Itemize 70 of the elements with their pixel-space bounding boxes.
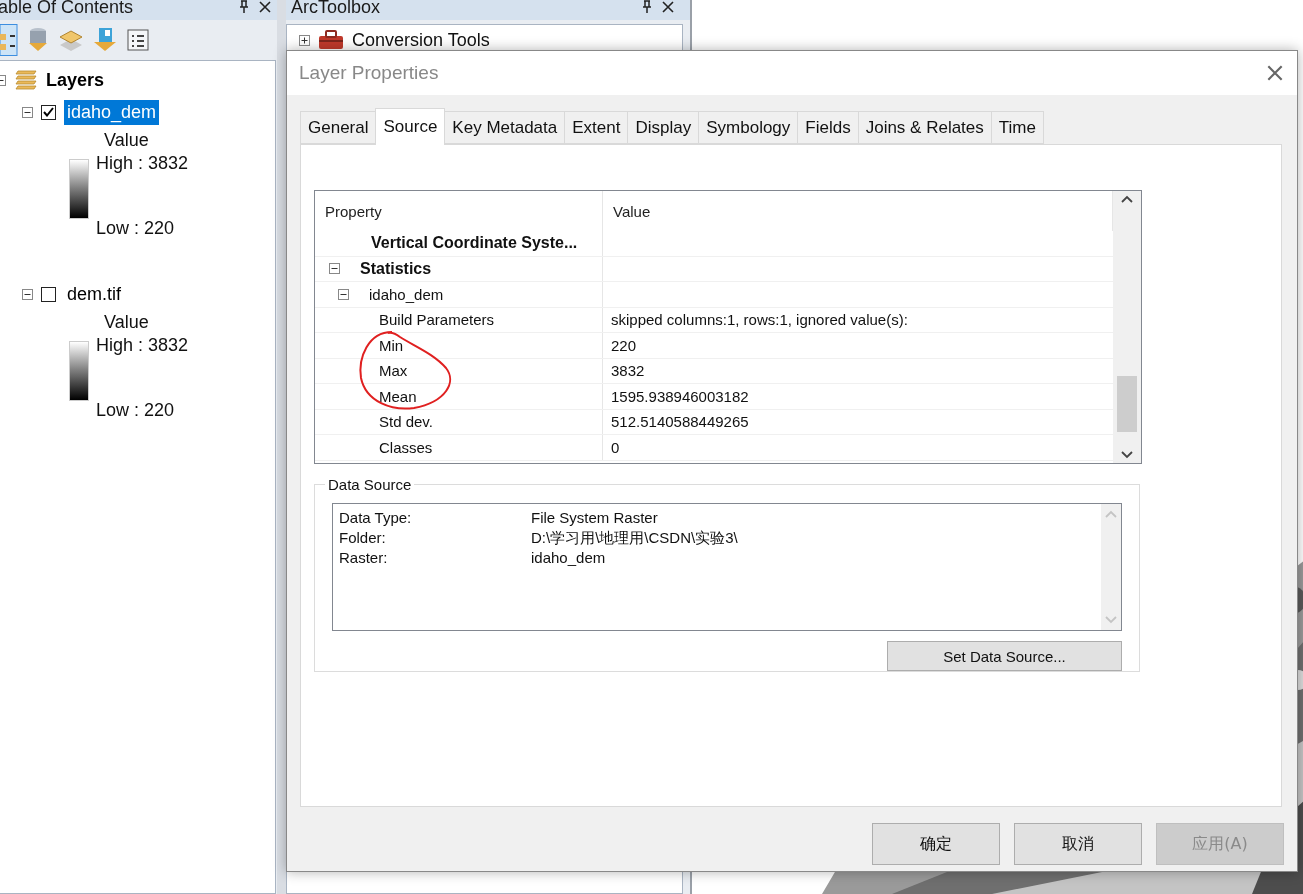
column-header: Property [315,191,603,231]
pin-icon[interactable] [239,0,249,14]
collapse-icon[interactable] [329,263,340,275]
tab[interactable]: Extent [564,111,629,144]
scrollbar[interactable] [1113,191,1141,463]
color-ramp [69,159,89,219]
property-name: Min [379,336,404,354]
legend-field: Value [104,309,275,335]
set-data-source-button[interactable]: Set Data Source... [887,641,1122,671]
tab[interactable]: Key Metadata [444,111,566,144]
tab[interactable]: Fields [797,111,859,144]
property-value: 512.5140588449265 [610,412,750,433]
property-value: 0 [610,437,621,458]
dialog-title: Layer Properties [299,62,439,84]
color-ramp [69,341,89,401]
property-name: Max [379,362,408,380]
source-value: D:\学习用\地理用\CSDN\实验3\ [531,529,739,548]
tab[interactable]: Display [627,111,700,144]
legend-high: High : 3832 [96,153,189,174]
close-icon[interactable] [259,1,271,13]
list-by-drawing-order-icon[interactable] [0,24,18,56]
tab[interactable]: General [300,111,377,144]
layer-checkbox[interactable] [41,286,56,302]
collapse-icon[interactable] [338,288,349,300]
group-label: idaho_dem [369,285,444,303]
property-value: 3832 [610,361,646,382]
layer-label[interactable]: dem.tif [64,281,125,307]
scrollbar-thumb[interactable] [1117,376,1137,432]
tab[interactable]: Joins & Relates [857,111,992,144]
toolbox-label[interactable]: Conversion Tools [352,29,490,51]
layer-label[interactable]: idaho_dem [64,99,160,125]
property-name: Mean [379,387,417,405]
group-legend: Data Source [325,476,415,493]
pane-title: ArcToolbox [291,0,381,17]
legend-high: High : 3832 [96,335,189,356]
category-label: Vertical Coordinate Syste... [371,234,578,253]
category-label: Statistics [360,259,432,278]
scroll-down-icon[interactable] [1121,451,1133,459]
scroll-up-icon[interactable] [1121,195,1133,203]
pin-icon[interactable] [642,0,652,14]
property-name: Std dev. [379,413,433,431]
source-label: Folder: [339,529,387,548]
legend-field: Value [104,127,275,153]
close-icon[interactable] [1267,65,1283,81]
source-value: File System Raster [531,509,659,528]
close-icon[interactable] [662,1,674,13]
property-name: Build Parameters [379,311,495,329]
source-layer-icon[interactable] [92,27,118,53]
property-value: 1595.938946003182 [610,386,750,407]
tab[interactable]: Source [375,108,446,145]
collapse-icon[interactable] [22,106,33,118]
legend-low: Low : 220 [96,218,176,239]
source-value: idaho_dem [531,549,607,568]
layers-icon [14,70,38,90]
property-value: 220 [610,335,638,356]
options-list-icon[interactable] [126,28,150,52]
property-value: skipped columns:1, rows:1, ignored value(s): [610,310,909,331]
tree-label[interactable]: Layers [46,69,105,91]
dialog-button[interactable]: 取消 [1014,823,1142,865]
legend-low: Low : 220 [96,400,176,421]
dialog-button[interactable]: 确定 [872,823,1000,865]
collapse-icon[interactable] [22,288,33,300]
property-name: Classes [379,438,433,456]
source-label: Raster: [339,549,389,568]
source-label: Data Type: [339,509,413,528]
tab[interactable]: Time [990,111,1044,144]
layer-checkbox[interactable] [41,104,56,120]
expand-icon[interactable] [299,34,310,46]
toolbox-icon [318,30,344,50]
tab[interactable]: Symbology [698,111,799,144]
